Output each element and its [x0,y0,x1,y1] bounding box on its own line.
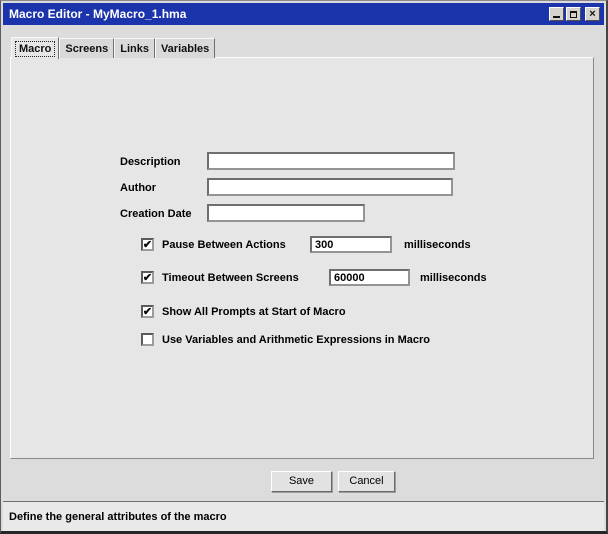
timeout-between-screens-label: Timeout Between Screens [162,272,299,284]
tab-variables[interactable]: Variables [154,38,216,58]
timeout-between-screens-checkbox[interactable]: ✔ [141,271,154,284]
description-input[interactable] [207,152,455,170]
minimize-button[interactable] [549,7,564,21]
tab-variables-label: Variables [160,42,210,55]
maximize-icon [570,10,577,18]
creation-date-label: Creation Date [120,208,192,220]
tab-links-label: Links [120,42,149,55]
tab-screens-label: Screens [65,42,109,55]
description-label: Description [120,156,181,168]
window-title: Macro Editor - MyMacro_1.hma [9,7,187,21]
tab-links[interactable]: Links [114,38,155,58]
author-label: Author [120,182,157,194]
timeout-unit-label: milliseconds [420,272,487,284]
title-bar[interactable]: Macro Editor - MyMacro_1.hma × [3,3,604,25]
pause-unit-label: milliseconds [404,239,471,251]
save-button[interactable]: Save [271,471,332,492]
tab-macro[interactable]: Macro [11,37,60,59]
tab-screens[interactable]: Screens [59,38,115,58]
close-icon: × [589,8,596,20]
author-input[interactable] [207,178,453,196]
close-button[interactable]: × [585,7,600,21]
tab-bar: Macro Screens Links Variables [11,36,216,59]
pause-between-actions-checkbox[interactable]: ✔ [141,238,154,251]
macro-tab-panel: Description Author Creation Date ✔ Pause… [10,57,594,459]
checkmark-icon: ✔ [142,271,153,284]
cancel-button[interactable]: Cancel [338,471,395,492]
creation-date-input[interactable] [207,204,365,222]
timeout-milliseconds-input[interactable] [329,269,410,286]
status-bar: Define the general attributes of the mac… [3,502,604,531]
pause-between-actions-label: Pause Between Actions [162,239,286,251]
pause-milliseconds-input[interactable] [310,236,392,253]
use-variables-checkbox[interactable] [141,333,154,346]
macro-editor-window: Macro Editor - MyMacro_1.hma × Macro Scr… [0,0,608,534]
show-all-prompts-label: Show All Prompts at Start of Macro [162,306,346,318]
tab-macro-label: Macro [15,40,56,57]
minimize-icon [553,16,560,18]
show-all-prompts-checkbox[interactable]: ✔ [141,305,154,318]
window-controls: × [547,7,600,21]
checkmark-icon: ✔ [142,305,153,318]
checkmark-icon: ✔ [142,238,153,251]
maximize-button[interactable] [566,7,581,21]
status-text: Define the general attributes of the mac… [9,511,227,523]
use-variables-label: Use Variables and Arithmetic Expressions… [162,334,430,346]
